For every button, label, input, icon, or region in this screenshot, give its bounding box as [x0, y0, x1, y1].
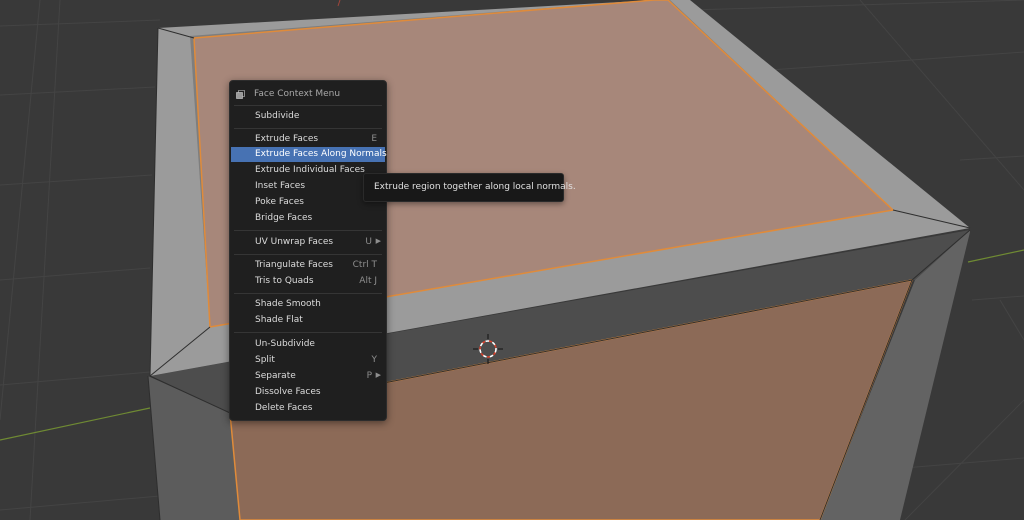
menu-item-split[interactable]: Split Y [231, 353, 385, 368]
y-axis-line [337, 0, 341, 7]
menu-item-triangulate-faces[interactable]: Triangulate Faces Ctrl T [231, 258, 385, 273]
menu-item-label: Extrude Faces [255, 134, 319, 144]
menu-item-tris-to-quads[interactable]: Tris to Quads Alt J [231, 274, 385, 289]
menu-header: Face Context Menu [230, 85, 386, 105]
menu-separator [234, 230, 382, 231]
menu-separator [234, 105, 382, 106]
face-select-icon [236, 90, 245, 99]
submenu-arrow-icon: ▶ [375, 237, 381, 245]
menu-item-label: Dissolve Faces [255, 387, 321, 397]
menu-item-label: Delete Faces [255, 403, 313, 413]
menu-item-label: Subdivide [255, 111, 300, 121]
menu-item-dissolve-faces[interactable]: Dissolve Faces [231, 385, 385, 400]
menu-item-label: Triangulate Faces [255, 260, 333, 270]
menu-item-bridge-faces[interactable]: Bridge Faces [231, 211, 385, 226]
menu-item-shortcut: Alt J [359, 276, 377, 286]
menu-item-label: Shade Smooth [255, 299, 321, 309]
menu-item-un-subdivide[interactable]: Un-Subdivide [231, 337, 385, 352]
viewport-canvas [0, 0, 1024, 520]
menu-item-label: Separate [255, 371, 296, 381]
menu-item-separate[interactable]: Separate P ▶ [231, 369, 385, 384]
3d-viewport[interactable] [0, 0, 1024, 520]
menu-item-shade-smooth[interactable]: Shade Smooth [231, 297, 385, 312]
menu-item-label: Bridge Faces [255, 213, 313, 223]
menu-item-shortcut: U [365, 237, 372, 247]
menu-item-label: Tris to Quads [255, 276, 314, 286]
menu-item-shade-flat[interactable]: Shade Flat [231, 313, 385, 328]
menu-item-label: Un-Subdivide [255, 339, 315, 349]
menu-item-shortcut: P [366, 371, 372, 381]
tooltip-text: Extrude region together along local norm… [374, 182, 576, 192]
menu-separator [234, 128, 382, 129]
menu-title: Face Context Menu [254, 89, 341, 99]
menu-separator [234, 332, 382, 333]
x-axis-line [0, 407, 151, 441]
menu-item-extrude-individual-faces[interactable]: Extrude Individual Faces [231, 163, 385, 178]
menu-item-shortcut: E [371, 134, 377, 144]
menu-item-label: Shade Flat [255, 315, 303, 325]
menu-item-label: UV Unwrap Faces [255, 237, 334, 247]
submenu-arrow-icon: ▶ [375, 371, 381, 379]
menu-item-extrude-faces-along-normals[interactable]: Extrude Faces Along Normals [231, 147, 387, 162]
menu-item-label: Extrude Individual Faces [255, 165, 365, 175]
menu-item-poke-faces[interactable]: Poke Faces [231, 195, 385, 210]
menu-item-uv-unwrap-faces[interactable]: UV Unwrap Faces U ▶ [231, 235, 385, 250]
x-axis-line-right [967, 249, 1024, 263]
menu-item-label: Inset Faces [255, 181, 306, 191]
menu-item-shortcut: Ctrl T [352, 260, 377, 270]
menu-item-subdivide[interactable]: Subdivide [231, 109, 385, 124]
menu-item-delete-faces[interactable]: Delete Faces [231, 401, 385, 416]
face-context-menu: Face Context Menu Subdivide Extrude Face… [229, 80, 387, 421]
menu-item-label: Split [255, 355, 275, 365]
menu-item-extrude-faces[interactable]: Extrude Faces E [231, 132, 385, 147]
menu-item-inset-faces[interactable]: Inset Faces [231, 179, 385, 194]
menu-separator [234, 293, 382, 294]
menu-item-label: Extrude Faces Along Normals [255, 149, 387, 159]
menu-item-shortcut: Y [371, 355, 378, 365]
menu-item-label: Poke Faces [255, 197, 304, 207]
tooltip: Extrude region together along local norm… [363, 173, 576, 202]
menu-separator [234, 254, 382, 255]
